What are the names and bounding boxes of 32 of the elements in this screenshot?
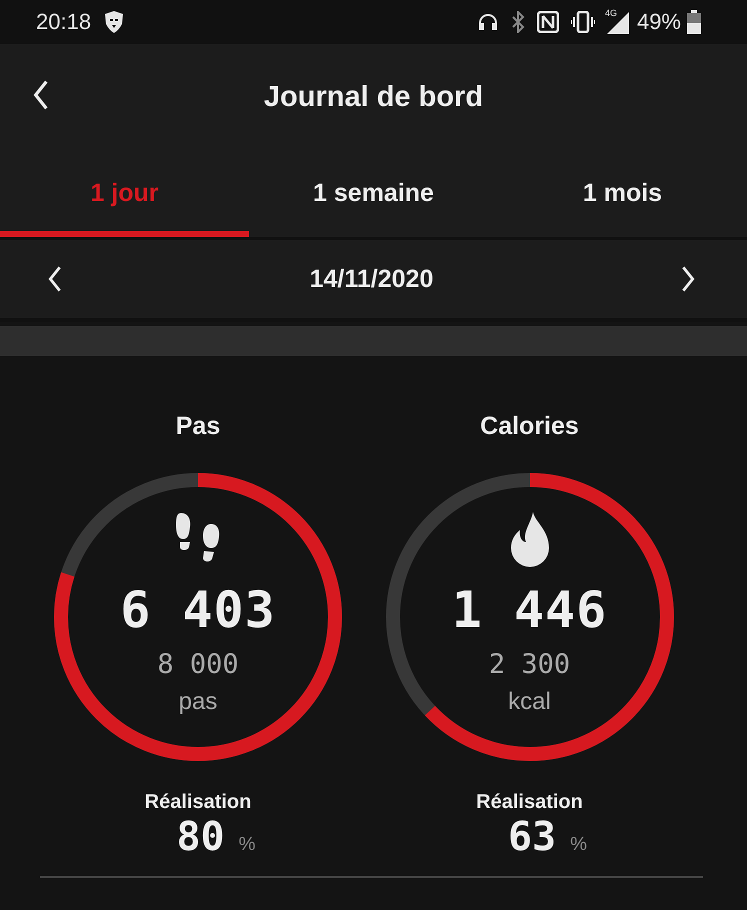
battery-icon <box>687 10 701 34</box>
tab[interactable]: 1 mois <box>498 150 747 237</box>
achievement-value: 63 <box>508 814 556 860</box>
date-label: 14/11/2020 <box>308 264 434 294</box>
unit-label: kcal <box>508 688 551 716</box>
metric-title: Calories <box>480 412 579 441</box>
clock: 20:18 <box>36 9 92 35</box>
percent-sign: % <box>238 834 256 856</box>
previous-icon[interactable] <box>48 265 62 293</box>
network-label: 4G <box>604 8 617 18</box>
back-icon[interactable] <box>33 78 49 110</box>
goal-value: 2 300 <box>488 649 570 680</box>
achievement-label: Réalisation <box>144 791 252 814</box>
percent-sign: % <box>570 834 588 856</box>
flame-icon <box>508 511 550 569</box>
metric-value: 1 446 <box>452 581 608 639</box>
goal-value: 8 000 <box>157 649 239 680</box>
battery-level: 49% <box>636 9 681 35</box>
vibrate-icon <box>570 11 595 33</box>
achievement-value: 80 <box>176 814 225 860</box>
tab[interactable]: 1 semaine <box>249 150 498 237</box>
unit-label: pas <box>178 688 218 716</box>
bluetooth-icon <box>510 11 525 33</box>
shield-icon <box>103 10 126 34</box>
achievement-label: Réalisation <box>476 791 583 814</box>
nfc-icon <box>536 11 559 33</box>
metric-title: Pas <box>176 412 220 441</box>
page-title: Journal de bord <box>262 80 484 114</box>
next-icon[interactable] <box>681 265 695 293</box>
signal-icon <box>604 10 631 34</box>
headphones-icon <box>476 12 499 32</box>
metric-value: 6 403 <box>120 581 276 639</box>
